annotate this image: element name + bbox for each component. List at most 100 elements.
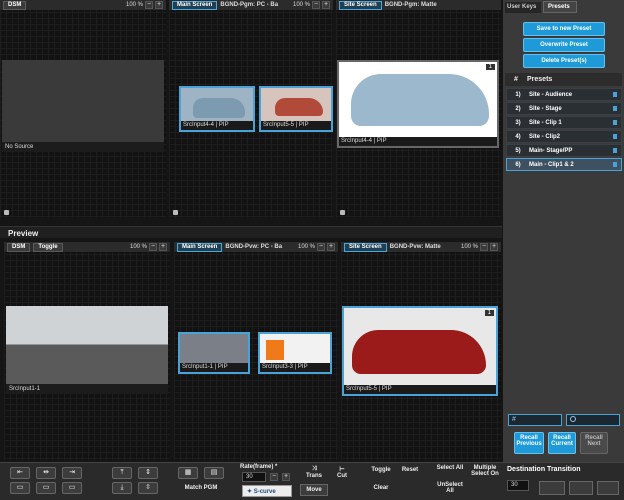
align-center-button[interactable]: ⇹ (36, 467, 56, 479)
zoom-in-button[interactable]: + (155, 1, 163, 9)
lock-icon[interactable] (613, 162, 617, 167)
align-top-button[interactable]: ⤒ (112, 467, 132, 479)
tab-main-screen[interactable]: Main Screen (172, 0, 218, 10)
preset-number-input[interactable]: # (508, 414, 562, 426)
lock-icon[interactable] (613, 134, 617, 139)
tab-dsm[interactable]: DSM (3, 0, 27, 10)
pgm-pane-site[interactable]: Site Screen BGND-Pgm: Matte 1 SrcInput4-… (336, 0, 501, 218)
reset-button[interactable]: Reset (398, 467, 422, 473)
toggle-button[interactable]: Toggle (368, 467, 394, 473)
zoom-out-button[interactable]: − (149, 243, 157, 251)
zoom-in-button[interactable]: + (327, 243, 335, 251)
cut-button[interactable]: ⊢ Cut (332, 466, 352, 479)
zoom-in-button[interactable]: + (159, 243, 167, 251)
window-label: SrcInput5-5 | PIP (344, 385, 496, 394)
preset-search-input[interactable] (566, 414, 620, 426)
toggle-button[interactable]: Toggle (33, 242, 63, 252)
tab-presets[interactable]: Presets (543, 1, 577, 13)
transition-type-button[interactable] (569, 481, 593, 495)
presets-title: Presets (527, 76, 553, 83)
clear-button[interactable]: Clear (368, 485, 394, 491)
align-middle-button[interactable]: ⇕ (138, 467, 158, 479)
cut-label: Cut (337, 473, 347, 479)
tab-main-screen[interactable]: Main Screen (177, 242, 223, 252)
tab-site-screen[interactable]: Site Screen (339, 0, 382, 10)
lock-icon[interactable] (613, 120, 617, 125)
zoom-out-button[interactable]: − (317, 243, 325, 251)
delete-preset-button[interactable]: Delete Preset(s) (523, 54, 605, 68)
preset-item-5[interactable]: 5) Main- Stage/PP (506, 144, 622, 157)
pgm-pane-dsm[interactable]: DSM 100 % − + No Source (0, 0, 166, 218)
lock-icon[interactable] (613, 92, 617, 97)
preset-name: Site - Clip 1 (529, 119, 562, 126)
tab-user-keys[interactable]: User Keys (505, 2, 541, 13)
preview-bar: Preview (0, 226, 502, 238)
pvw-pane-site[interactable]: Site Screen BGND-Pvw: Matte 100 % − + 1 Sr… (341, 242, 501, 460)
multiple-select-button[interactable]: Multiple Select On (468, 465, 502, 477)
pgm-pane-main[interactable]: Main Screen BGND-Pgm: PC - Ba 100 % − + Sr… (169, 0, 333, 218)
select-all-button[interactable]: Select All (436, 465, 464, 471)
zoom-control[interactable]: 100 % − + (126, 1, 163, 9)
preset-item-3[interactable]: 3) Site - Clip 1 (506, 116, 622, 129)
zoom-control[interactable]: 100 % − + (293, 1, 330, 9)
rate-input[interactable]: 30 (242, 472, 266, 482)
lock-icon[interactable] (4, 210, 9, 215)
match-layout-button[interactable]: ▦ (178, 467, 198, 479)
zoom-out-button[interactable]: − (312, 1, 320, 9)
preset-name: Main- Stage/PP (529, 147, 573, 154)
window-label: SrcInput4-4 | PIP (339, 137, 497, 146)
transition-type-button[interactable] (597, 481, 619, 495)
zoom-control[interactable]: 100 % − + (461, 243, 498, 251)
transition-type-button[interactable] (539, 481, 565, 495)
curve-select[interactable]: ✦ S-curve (242, 485, 292, 497)
pip-window[interactable]: 1 SrcInput5-5 | PIP (342, 306, 498, 396)
pvw-pane-dsm[interactable]: DSM Toggle 100 % − + SrcInput1-1 (4, 242, 170, 460)
lock-icon[interactable] (613, 148, 617, 153)
pip-window[interactable]: SrcInput5-5 | PIP (259, 86, 333, 132)
align-bottom-button[interactable]: ⤓ (112, 482, 132, 494)
zoom-out-button[interactable]: − (480, 243, 488, 251)
preset-item-6[interactable]: 6) Main - Clip1 & 2 (506, 158, 622, 171)
pvw-pane-main[interactable]: Main Screen BGND-Pvw: PC - Ba 100 % − + Sr… (174, 242, 338, 460)
preset-item-4[interactable]: 4) Site - Clip2 (506, 130, 622, 143)
save-layout-button[interactable]: ▤ (204, 467, 224, 479)
recall-current-button[interactable]: Recall Current (548, 432, 576, 454)
recall-previous-button[interactable]: Recall Previous (514, 432, 544, 454)
zoom-in-button[interactable]: + (490, 243, 498, 251)
lock-icon[interactable] (613, 106, 617, 111)
rate-plus-button[interactable]: + (282, 473, 290, 481)
preset-name: Site - Clip2 (529, 133, 561, 140)
lock-icon[interactable] (340, 210, 345, 215)
rate-minus-button[interactable]: − (270, 473, 278, 481)
window-label: SrcInput3-3 | PIP (260, 363, 330, 372)
zoom-in-button[interactable]: + (322, 1, 330, 9)
zoom-control[interactable]: 100 % − + (130, 243, 167, 251)
destination-rate-input[interactable]: 30 (507, 480, 529, 491)
align-right-button[interactable]: ⇥ (62, 467, 82, 479)
pip-window[interactable]: SrcInput4-4 | PIP (179, 86, 255, 132)
pip-window[interactable]: SrcInput3-3 | PIP (258, 332, 332, 374)
size-center-button[interactable]: ▭ (36, 482, 56, 494)
preset-item-2[interactable]: 2) Site - Stage (506, 102, 622, 115)
zoom-out-button[interactable]: − (145, 1, 153, 9)
align-left-button[interactable]: ⇤ (10, 467, 30, 479)
pip-window[interactable]: 1 SrcInput4-4 | PIP (337, 60, 499, 148)
pip-window[interactable]: SrcInput1-1 | PIP (178, 332, 250, 374)
save-preset-button[interactable]: Save to new Preset (523, 22, 605, 36)
overwrite-preset-button[interactable]: Overwrite Preset (523, 38, 605, 52)
recall-next-button[interactable]: Recall Next (580, 432, 608, 454)
move-button[interactable]: Move (300, 484, 328, 496)
zoom-value: 100 % (129, 244, 147, 250)
trans-button[interactable]: ⤨ Trans (304, 466, 324, 479)
tab-dsm[interactable]: DSM (7, 242, 31, 252)
unselect-all-button[interactable]: UnSelect All (434, 482, 466, 494)
size-left-button[interactable]: ▭ (10, 482, 30, 494)
distribute-button[interactable]: ⇳ (138, 482, 158, 494)
lock-icon[interactable] (173, 210, 178, 215)
tab-site-screen[interactable]: Site Screen (344, 242, 387, 252)
size-right-button[interactable]: ▭ (62, 482, 82, 494)
zoom-control[interactable]: 100 % − + (298, 243, 335, 251)
preset-item-1[interactable]: 1) Site - Audience (506, 88, 622, 101)
match-pgm-button[interactable]: Match PGM (178, 485, 224, 491)
pane-header: Site Screen BGND-Pvw: Matte 100 % − + (341, 242, 501, 252)
